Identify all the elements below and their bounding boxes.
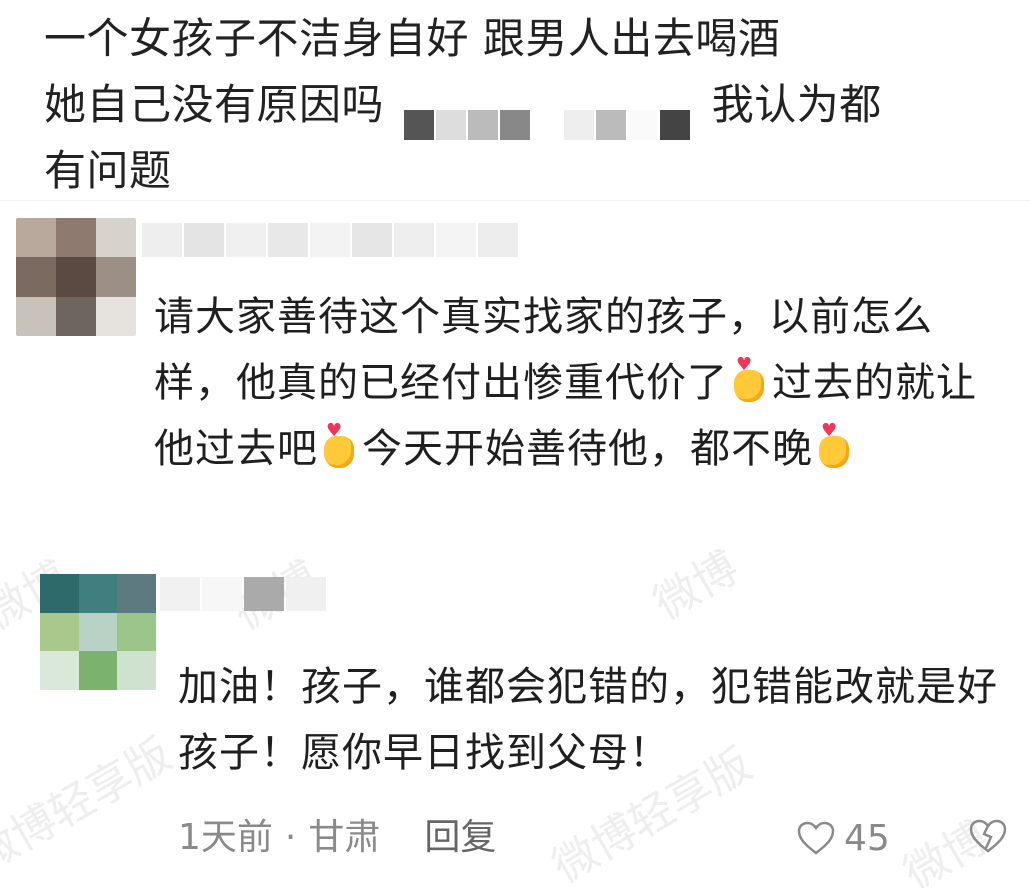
mention-blurred[interactable] xyxy=(403,93,692,140)
broken-heart-icon xyxy=(969,819,1007,853)
like-count: 45 xyxy=(844,817,890,859)
finger-heart-icon: ♥ xyxy=(320,422,360,470)
finger-heart-icon: ♥ xyxy=(815,422,855,470)
reply-text-part-c: 今天开始善待他，都不晚 xyxy=(362,426,813,472)
parent-comment-line2-start: 她自己没有原因吗 xyxy=(44,80,385,129)
username-blurred[interactable] xyxy=(142,220,520,260)
watermark: 微博 xyxy=(645,541,748,630)
parent-comment-line1: 一个女孩子不洁身自好 跟男人出去喝酒 xyxy=(44,14,781,63)
parent-comment-line2-end: 我认为都 xyxy=(711,80,882,129)
reply-button[interactable]: 回复 xyxy=(424,817,496,858)
comment-time: 1天前 xyxy=(178,817,273,858)
watermark: 微博轻享版 xyxy=(0,728,181,883)
like-button[interactable]: 45 xyxy=(796,812,890,864)
parent-comment-line3: 有问题 xyxy=(44,146,172,195)
reply-comment-text: 加油！孩子，谁都会犯错的，犯错能改就是好孩子！愿你早日找到父母！ xyxy=(178,664,998,776)
comment-thread: 微博 微博 微博 微博轻享版 微博轻享版 微博 一个女孩子不洁身自好 跟男人出去… xyxy=(0,0,1030,888)
parent-comment-line2: 她自己没有原因吗 我认为都 xyxy=(44,72,1004,140)
divider xyxy=(0,200,1030,201)
meta-separator: · xyxy=(284,817,297,858)
dislike-button[interactable] xyxy=(968,818,1008,858)
avatar[interactable] xyxy=(40,574,156,690)
reply-comment-text: 请大家善待这个真实找家的孩子，以前怎么样，他真的已经付出惨重代价了 ♥ 过去的就让他… xyxy=(154,284,1014,482)
finger-heart-icon: ♥ xyxy=(730,356,770,404)
avatar[interactable] xyxy=(16,218,136,336)
parent-comment-text: 一个女孩子不洁身自好 跟男人出去喝酒 她自己没有原因吗 我认为都 有问题 xyxy=(44,6,1004,204)
heart-outline-icon xyxy=(797,821,835,855)
comment-meta: 1天前 · 甘肃 回复 xyxy=(178,812,496,864)
comment-location: 甘肃 xyxy=(308,817,381,858)
username-blurred[interactable] xyxy=(160,574,328,614)
